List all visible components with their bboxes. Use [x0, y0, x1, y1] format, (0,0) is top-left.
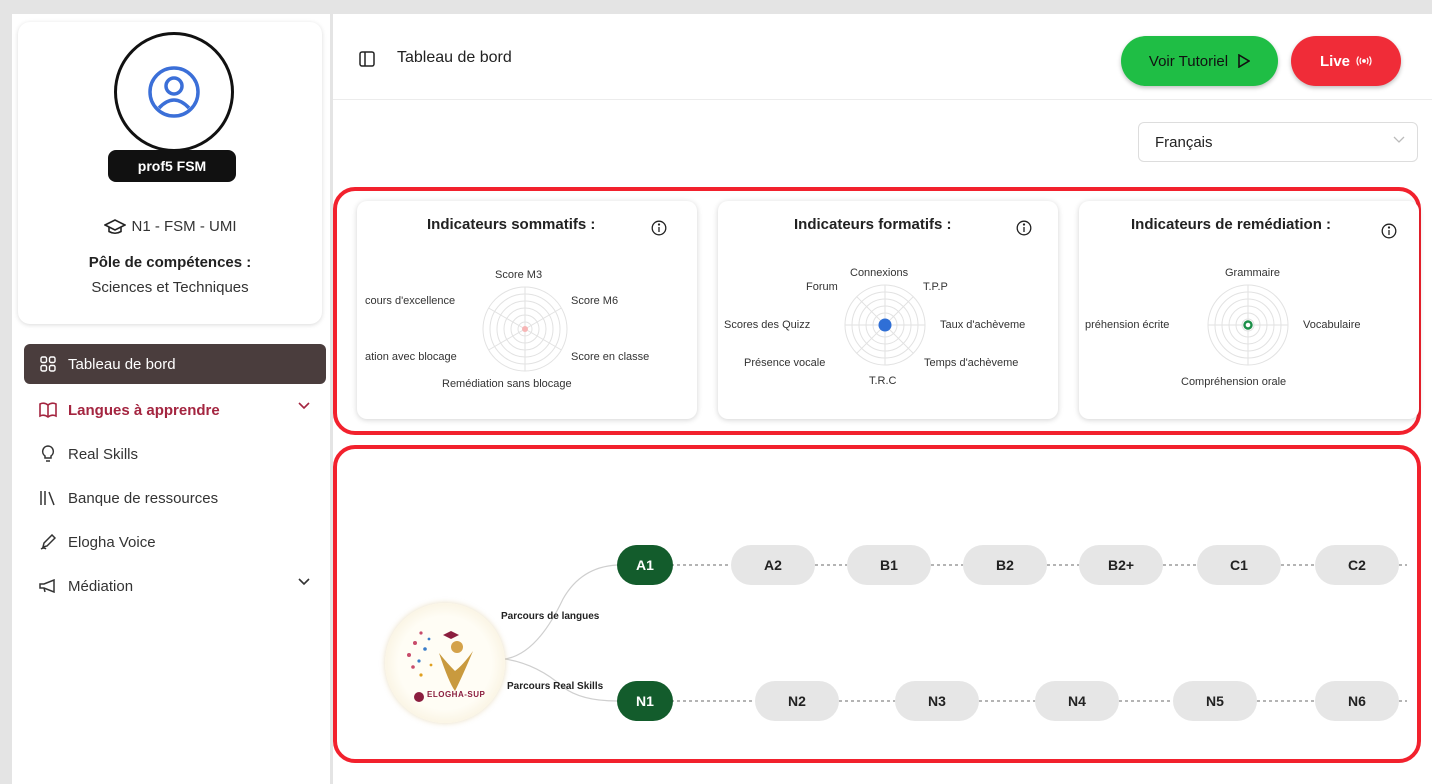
level-node-b2[interactable]: B2	[963, 545, 1047, 585]
live-button[interactable]: Live	[1291, 36, 1401, 86]
level-node-b2plus[interactable]: B2+	[1079, 545, 1163, 585]
pen-icon	[38, 532, 58, 552]
chevron-down-icon[interactable]	[298, 578, 310, 586]
top-header: Tableau de bord Voir Tutoriel Live	[333, 14, 1432, 100]
radar-label: Temps d'achèveme	[924, 357, 1019, 369]
sidebar-item-tableau-de-bord[interactable]: Tableau de bord	[24, 344, 326, 384]
level-node-b1[interactable]: B1	[847, 545, 931, 585]
language-select-value: Français	[1155, 133, 1213, 151]
summative-indicators-card: Indicateurs sommatifs : Score M3 Score M…	[357, 201, 697, 419]
book-open-icon	[38, 400, 58, 420]
sidebar-item-label: Tableau de bord	[68, 355, 176, 373]
radar-label: cours d'excellence	[365, 295, 456, 307]
node-label: N6	[1348, 693, 1366, 709]
level-node-c2[interactable]: C2	[1315, 545, 1399, 585]
node-label: N3	[928, 693, 946, 709]
sidebar-item-label: Real Skills	[68, 445, 139, 463]
node-label: B2	[996, 557, 1014, 573]
radar-label: T.P.P	[923, 281, 948, 293]
profile-card: prof5 FSM N1 - FSM - UMI Pôle de compéte…	[18, 22, 322, 324]
level-node-n4[interactable]: N4	[1035, 681, 1119, 721]
radar-label: ation avec blocage	[365, 351, 457, 363]
level-node-n2[interactable]: N2	[755, 681, 839, 721]
page-title: Tableau de bord	[397, 49, 512, 66]
sidebar-item-label: Médiation	[68, 577, 134, 595]
sidebar-item-label: Elogha Voice	[68, 533, 156, 551]
node-label: N2	[788, 693, 806, 709]
main-content: Tableau de bord Voir Tutoriel Live Franç…	[333, 14, 1432, 784]
broadcast-icon	[1356, 56, 1372, 66]
sidebar-toggle-icon[interactable]	[359, 51, 375, 67]
play-icon	[1238, 54, 1251, 68]
logo-graphic	[407, 631, 473, 702]
logo-text: ELOGHA-SUP	[427, 690, 486, 699]
tutorial-button[interactable]: Voir Tutoriel	[1121, 36, 1278, 86]
avatar[interactable]	[114, 32, 234, 152]
sidebar-item-elogha-voice[interactable]: Elogha Voice	[24, 520, 326, 564]
level-node-n6[interactable]: N6	[1315, 681, 1399, 721]
level-node-a2[interactable]: A2	[731, 545, 815, 585]
radar-label: Connexions	[850, 267, 909, 279]
graduation-cap-icon	[103, 218, 126, 234]
pole-title: Pôle de compétences :	[88, 254, 252, 271]
node-label: N1	[636, 693, 654, 709]
level-node-a1[interactable]: A1	[617, 545, 673, 585]
radar-label: Grammaire	[1225, 267, 1281, 279]
library-icon	[38, 488, 58, 508]
node-label: C2	[1348, 557, 1366, 573]
radar-label: Présence vocale	[744, 357, 826, 369]
chevron-down-icon	[1393, 136, 1405, 143]
lightbulb-icon	[38, 444, 58, 464]
node-label: A1	[636, 557, 654, 573]
level-node-n3[interactable]: N3	[895, 681, 979, 721]
sidebar-item-label: Langues à apprendre	[68, 401, 220, 419]
profile-name: prof5 FSM	[108, 150, 236, 182]
level-node-c1[interactable]: C1	[1197, 545, 1281, 585]
radar-label: T.R.C	[869, 375, 897, 387]
node-label: B2+	[1107, 557, 1135, 573]
language-path-label: Parcours de langues	[501, 611, 600, 622]
radar-label: préhension écrite	[1085, 319, 1170, 331]
live-button-label: Live	[1319, 52, 1350, 70]
indicators-section: Indicateurs sommatifs : Score M3 Score M…	[333, 187, 1421, 435]
elogha-logo: ELOGHA-SUP	[385, 603, 505, 723]
node-label: B1	[880, 557, 898, 573]
sidebar-nav: Tableau de bord Langues à apprendre Real…	[24, 344, 326, 608]
level-node-n5[interactable]: N5	[1173, 681, 1257, 721]
sidebar-item-langues[interactable]: Langues à apprendre	[24, 388, 326, 432]
language-select[interactable]: Français	[1138, 122, 1418, 162]
radar-label: Vocabulaire	[1303, 319, 1361, 331]
institution-line: N1 - FSM - UMI	[18, 218, 322, 235]
skills-path-label: Parcours Real Skills	[507, 681, 604, 692]
sidebar-item-mediation[interactable]: Médiation	[24, 564, 326, 608]
node-label: N5	[1206, 693, 1224, 709]
remediation-indicators-card: Indicateurs de remédiation : Grammaire V…	[1079, 201, 1419, 419]
radar-label: Remédiation sans blocage	[442, 378, 572, 390]
megaphone-icon	[38, 576, 58, 596]
level-node-n1[interactable]: N1	[617, 681, 673, 721]
radar-label: Compréhension orale	[1181, 376, 1287, 388]
radar-label: Taux d'achèveme	[940, 319, 1026, 331]
sidebar-item-real-skills[interactable]: Real Skills	[24, 432, 326, 476]
radar-label: Scores des Quizz	[724, 319, 811, 331]
sidebar: prof5 FSM N1 - FSM - UMI Pôle de compéte…	[12, 14, 330, 784]
sidebar-item-banque[interactable]: Banque de ressources	[24, 476, 326, 520]
radar-label: Score M6	[571, 295, 619, 307]
pole-value: Sciences et Techniques	[91, 279, 249, 296]
formative-indicators-card: Indicateurs formatifs : Connexions T.P.P…	[718, 201, 1058, 419]
tutorial-button-label: Voir Tutoriel	[1148, 52, 1229, 70]
sidebar-item-label: Banque de ressources	[68, 489, 219, 507]
user-icon	[148, 66, 200, 118]
radar-label: Forum	[806, 281, 838, 293]
radar-label: Score M3	[495, 269, 543, 281]
node-label: C1	[1230, 557, 1248, 573]
chevron-down-icon[interactable]	[298, 402, 310, 410]
node-label: N4	[1068, 693, 1086, 709]
node-label: A2	[764, 557, 782, 573]
institution-text: N1 - FSM - UMI	[131, 218, 237, 235]
learning-paths-section: ELOGHA-SUP Parcours de langues Parcours …	[333, 445, 1421, 763]
grid-icon	[38, 354, 58, 374]
radar-label: Score en classe	[571, 351, 650, 363]
